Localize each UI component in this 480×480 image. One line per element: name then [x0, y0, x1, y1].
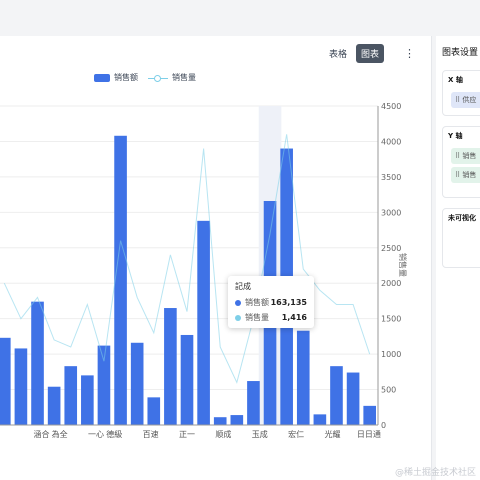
x-tick-label: 為全: [52, 429, 68, 439]
bar: [14, 348, 28, 425]
bar: [31, 301, 44, 425]
legend-item-sales-volume[interactable]: 销售量: [148, 72, 196, 83]
watermark: @稀土掘金技术社区: [394, 468, 476, 478]
chart-tooltip: 記成 销售额 163,135 销售量 1,416: [228, 276, 314, 328]
bar: [197, 220, 210, 425]
y-tick-label: 4000: [381, 137, 401, 146]
tooltip-title: 記成: [235, 282, 251, 291]
bar: [47, 386, 61, 425]
y-axis-title: 销售量: [398, 253, 408, 277]
bar: [330, 366, 343, 425]
tooltip-series-name: 销售额: [245, 298, 269, 307]
y-axis-field-chip[interactable]: ⠿ 销售: [451, 148, 480, 164]
tooltip-dot: [235, 314, 241, 321]
legend-label: 销售量: [172, 73, 196, 82]
bar: [81, 375, 94, 425]
x-tick-label: 宏仁: [288, 429, 304, 439]
y-tick-label: 4500: [381, 102, 401, 111]
bar-line-chart: 0 500 1000 1500 2000 2500 3000 3500 4000 4500 涵合 為全…: [0, 102, 408, 439]
tooltip-series-name: 销售量: [245, 313, 269, 322]
tooltip-row: 销售量 1,416: [235, 312, 307, 323]
legend-line-swatch: [148, 74, 168, 82]
unvisualized-box: 未可视化: [442, 208, 480, 268]
x-tick-label: 涵合: [33, 429, 49, 439]
bar: [313, 414, 327, 425]
legend-item-sales-amount[interactable]: 销售额: [94, 72, 138, 83]
y-axis-title: Y 轴: [448, 132, 463, 140]
y-tick-label: 0: [381, 421, 386, 430]
x-tick-label: 光耀: [325, 429, 341, 439]
tooltip-row: 销售额 163,135: [235, 297, 307, 308]
chart-settings-panel: 图表设置 X 轴 ⠿ 供应 Y 轴 ⠿ 销售 ⠿ 销售 未可视化: [436, 36, 480, 480]
x-axis-field-chip[interactable]: ⠿ 供应: [451, 92, 480, 108]
x-tick-label: 日日通: [357, 429, 381, 439]
bar: [97, 345, 111, 425]
app-root: { "toolbar": { "table_tab": "表格", "chart…: [0, 0, 480, 480]
chart-legend: 销售额 销售量: [94, 72, 196, 83]
y-axis-box: Y 轴 ⠿ 销售 ⠿ 销售: [442, 126, 480, 198]
bar: [230, 415, 244, 425]
y-tick-label: 1500: [381, 315, 401, 324]
y-axis-field-chip[interactable]: ⠿ 销售: [451, 167, 480, 183]
unvisualized-title: 未可视化: [448, 214, 476, 222]
legend-label: 销售额: [114, 73, 138, 82]
x-tick-label: 玉成: [252, 429, 268, 439]
tooltip-value: 163,135: [270, 298, 307, 307]
bar: [114, 135, 127, 426]
x-tick-label: 顺成: [215, 429, 231, 439]
tooltip-value: 1,416: [281, 313, 307, 322]
x-tick-label: 一心: [88, 430, 104, 439]
x-tick-label: 百速: [143, 430, 159, 439]
y-tick-label: 3500: [381, 173, 401, 182]
bar: [247, 381, 260, 425]
y-tick-label: 3000: [381, 208, 401, 217]
x-tick-label: 正一: [179, 430, 195, 439]
panel-title: 图表设置: [442, 48, 479, 58]
bar: [346, 372, 360, 425]
tooltip-dot: [235, 299, 241, 306]
bar: [363, 405, 377, 425]
bar: [213, 417, 227, 425]
y-tick-label: 500: [381, 386, 396, 395]
x-tick-label: 德級: [106, 429, 122, 439]
y-tick-label: 2500: [381, 244, 401, 253]
bar: [180, 334, 194, 425]
legend-bar-swatch: [94, 73, 110, 82]
bar: [296, 330, 310, 425]
y-tick-label: 1000: [381, 350, 401, 359]
bar: [164, 308, 177, 425]
bar: [64, 366, 78, 425]
bar: [130, 342, 144, 425]
bar: [0, 337, 11, 425]
x-axis-title: X 轴: [448, 76, 463, 84]
bar: [147, 397, 161, 425]
y-tick-label: 2000: [381, 279, 401, 288]
x-axis-box: X 轴 ⠿ 供应: [442, 70, 480, 116]
